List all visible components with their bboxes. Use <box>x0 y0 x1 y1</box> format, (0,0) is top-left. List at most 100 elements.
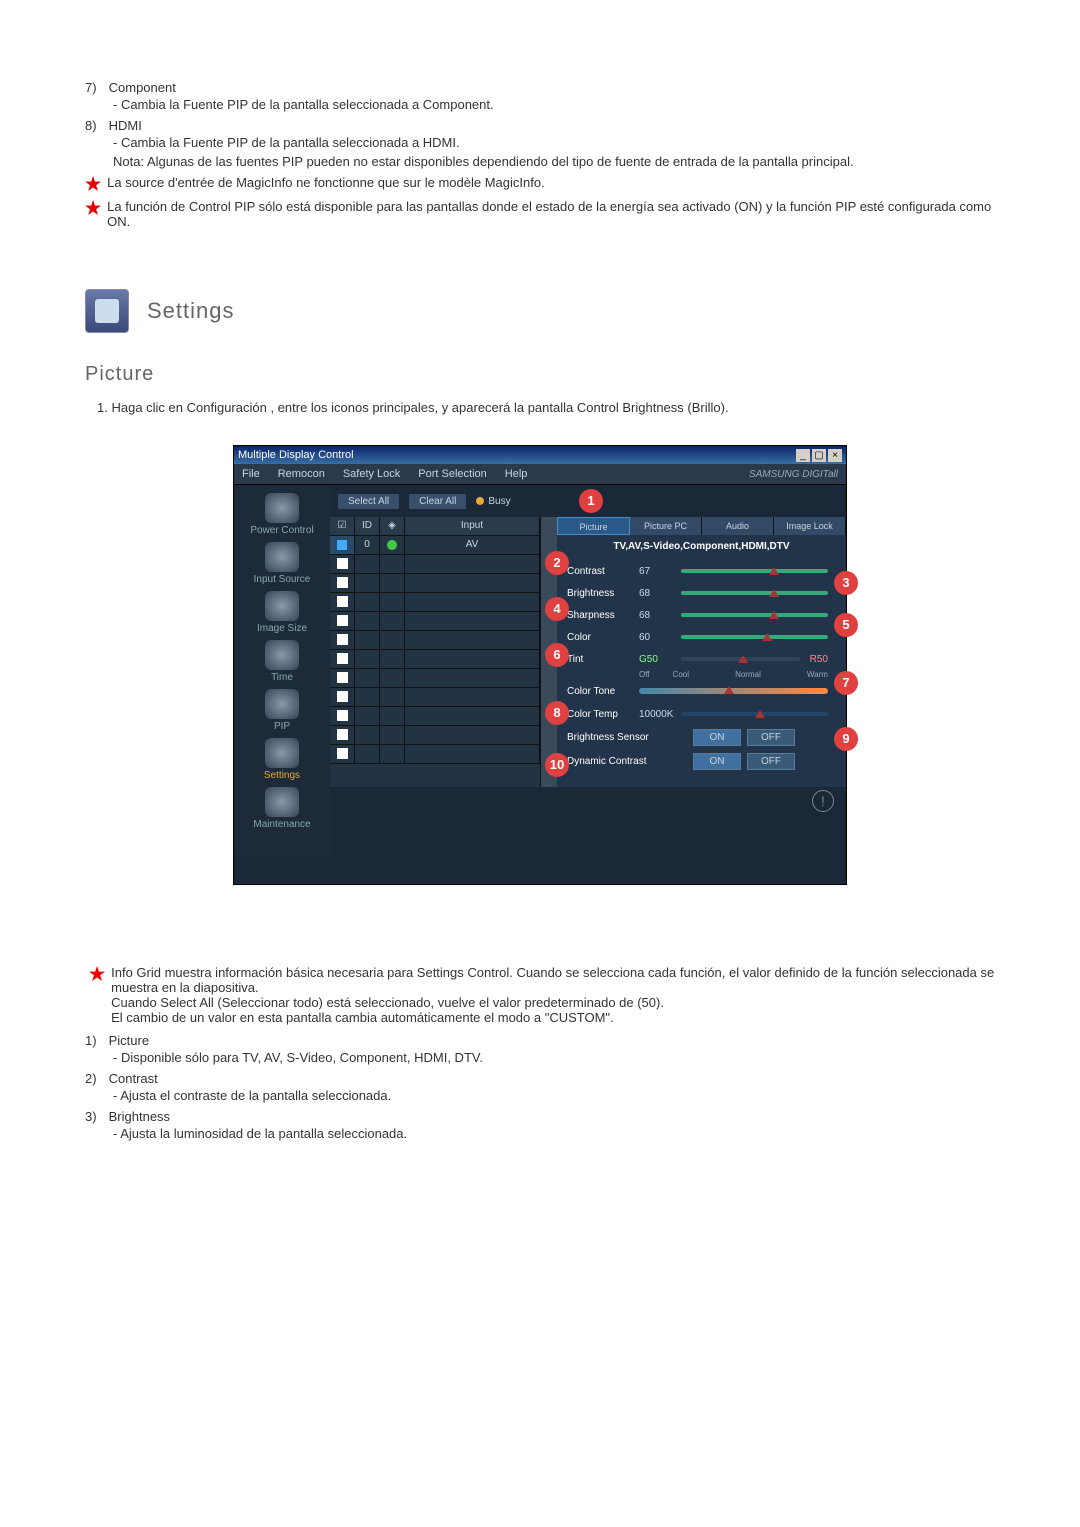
info-grid: ☑ ID ◈ Input 0 AV <box>330 517 540 787</box>
list-item-7: 7) Component - Cambia la Fuente PIP de l… <box>85 80 995 112</box>
close-button[interactable]: × <box>828 449 842 462</box>
step-text: Haga clic en Configuración , entre los i… <box>111 400 728 415</box>
list-item-lower-2: 2) Contrast - Ajusta el contraste de la … <box>85 1071 995 1103</box>
tab-audio[interactable]: Audio <box>702 517 774 535</box>
row-brightness: Brightness 68 <box>557 582 846 604</box>
minimize-button[interactable]: _ <box>796 449 810 462</box>
brightness-slider[interactable] <box>681 591 828 595</box>
note-text: La función de Control PIP sólo está disp… <box>107 199 995 229</box>
bs-on-button[interactable]: ON <box>693 729 741 746</box>
star-icon: ★ <box>89 965 105 983</box>
menu-file[interactable]: File <box>242 468 260 480</box>
note-star-1: ★ La source d'entrée de MagicInfo ne fon… <box>85 175 995 193</box>
select-all-button[interactable]: Select All <box>338 494 399 509</box>
color-slider[interactable] <box>681 635 828 639</box>
titlebar: Multiple Display Control _ ▢ × <box>234 446 846 464</box>
grid-col-input[interactable]: Input <box>405 517 540 535</box>
row-brightness-sensor: Brightness Sensor ON OFF <box>557 725 846 749</box>
tab-picture[interactable]: Picture <box>557 517 630 535</box>
item-note: Nota: Algunas de las fuentes PIP pueden … <box>113 154 995 169</box>
contrast-slider[interactable] <box>681 569 828 573</box>
row-contrast: Contrast 67 <box>557 560 846 582</box>
note-line2: Cuando Select All (Seleccionar todo) est… <box>111 995 995 1010</box>
menu-safetylock[interactable]: Safety Lock <box>343 468 400 480</box>
sidebar-item-power[interactable]: Power Control <box>234 493 330 536</box>
sharpness-slider[interactable] <box>681 613 828 617</box>
section-title: Settings <box>147 298 235 324</box>
panel-subtitle: TV,AV,S-Video,Component,HDMI,DTV <box>557 541 846 552</box>
grid-row[interactable]: 0 AV <box>330 536 540 555</box>
grid-row[interactable] <box>330 555 540 574</box>
grid-row[interactable] <box>330 707 540 726</box>
dc-off-button[interactable]: OFF <box>747 753 795 770</box>
tone-tick-labels: OffCoolNormalWarm <box>639 670 828 679</box>
busy-indicator: Busy <box>476 496 510 507</box>
settings-panel: Picture Picture PC Audio Image Lock TV,A… <box>557 517 846 787</box>
item-desc: - Cambia la Fuente PIP de la pantalla se… <box>113 135 995 150</box>
app-title: Multiple Display Control <box>238 449 354 461</box>
callout-9: 9 <box>834 727 858 751</box>
grid-col-id[interactable]: ID <box>355 517 380 535</box>
grid-row[interactable] <box>330 574 540 593</box>
clear-all-button[interactable]: Clear All <box>409 494 466 509</box>
dc-on-button[interactable]: ON <box>693 753 741 770</box>
colortone-slider[interactable] <box>639 688 828 694</box>
note-line1: Info Grid muestra información básica nec… <box>111 965 995 995</box>
star-icon: ★ <box>85 175 101 193</box>
app-window: Multiple Display Control _ ▢ × File Remo… <box>233 445 847 885</box>
step-1: 1. Haga clic en Configuración , entre lo… <box>97 400 995 415</box>
busy-dot-icon <box>476 497 484 505</box>
callout-10: 10 <box>545 753 569 777</box>
subsection-title: Picture <box>85 363 995 386</box>
grid-row[interactable] <box>330 669 540 688</box>
grid-row[interactable] <box>330 593 540 612</box>
callout-2: 2 <box>545 551 569 575</box>
callout-7: 7 <box>834 671 858 695</box>
menu-remocon[interactable]: Remocon <box>278 468 325 480</box>
settings-icon <box>85 289 129 333</box>
sidebar-item-imagesize[interactable]: Image Size <box>234 591 330 634</box>
note-line3: El cambio de un valor en esta pantalla c… <box>111 1010 995 1025</box>
item-number: 7) <box>85 80 105 95</box>
row-tint: Tint G50 R50 <box>557 648 846 670</box>
grid-row[interactable] <box>330 612 540 631</box>
list-item-8: 8) HDMI - Cambia la Fuente PIP de la pan… <box>85 118 995 169</box>
grid-col-status[interactable]: ◈ <box>380 517 405 535</box>
grid-row[interactable] <box>330 726 540 745</box>
menubar: File Remocon Safety Lock Port Selection … <box>234 464 846 485</box>
maximize-button[interactable]: ▢ <box>812 449 826 462</box>
star-icon: ★ <box>85 199 101 217</box>
colortemp-slider[interactable] <box>681 712 828 716</box>
row-color: Color 60 <box>557 626 846 648</box>
sidebar: Power Control Input Source Image Size Ti… <box>234 485 330 855</box>
grid-row[interactable] <box>330 631 540 650</box>
callout-1: 1 <box>579 489 603 513</box>
callout-8: 8 <box>545 701 569 725</box>
section-header-settings: Settings <box>85 289 995 333</box>
status-icon: ! <box>812 790 834 812</box>
grid-col-check[interactable]: ☑ <box>330 517 355 535</box>
sidebar-item-maintenance[interactable]: Maintenance <box>234 787 330 830</box>
item-title: Component <box>109 80 176 95</box>
list-item-lower-1: 1) Picture - Disponible sólo para TV, AV… <box>85 1033 995 1065</box>
sidebar-item-settings[interactable]: Settings <box>234 738 330 781</box>
grid-row[interactable] <box>330 745 540 764</box>
menu-help[interactable]: Help <box>505 468 528 480</box>
sidebar-item-input[interactable]: Input Source <box>234 542 330 585</box>
callout-4: 4 <box>545 597 569 621</box>
grid-row[interactable] <box>330 650 540 669</box>
sidebar-item-time[interactable]: Time <box>234 640 330 683</box>
brand-label: SAMSUNG DIGITall <box>749 469 838 480</box>
sidebar-item-pip[interactable]: PIP <box>234 689 330 732</box>
grid-row[interactable] <box>330 688 540 707</box>
menu-portselection[interactable]: Port Selection <box>418 468 486 480</box>
bs-off-button[interactable]: OFF <box>747 729 795 746</box>
item-number: 8) <box>85 118 105 133</box>
tab-picturepc[interactable]: Picture PC <box>630 517 702 535</box>
item-title: HDMI <box>109 118 142 133</box>
tab-imagelock[interactable]: Image Lock <box>774 517 846 535</box>
tint-slider[interactable] <box>681 657 800 661</box>
grid-header: ☑ ID ◈ Input <box>330 517 540 536</box>
list-item-lower-3: 3) Brightness - Ajusta la luminosidad de… <box>85 1109 995 1141</box>
note-text: La source d'entrée de MagicInfo ne fonct… <box>107 175 995 190</box>
